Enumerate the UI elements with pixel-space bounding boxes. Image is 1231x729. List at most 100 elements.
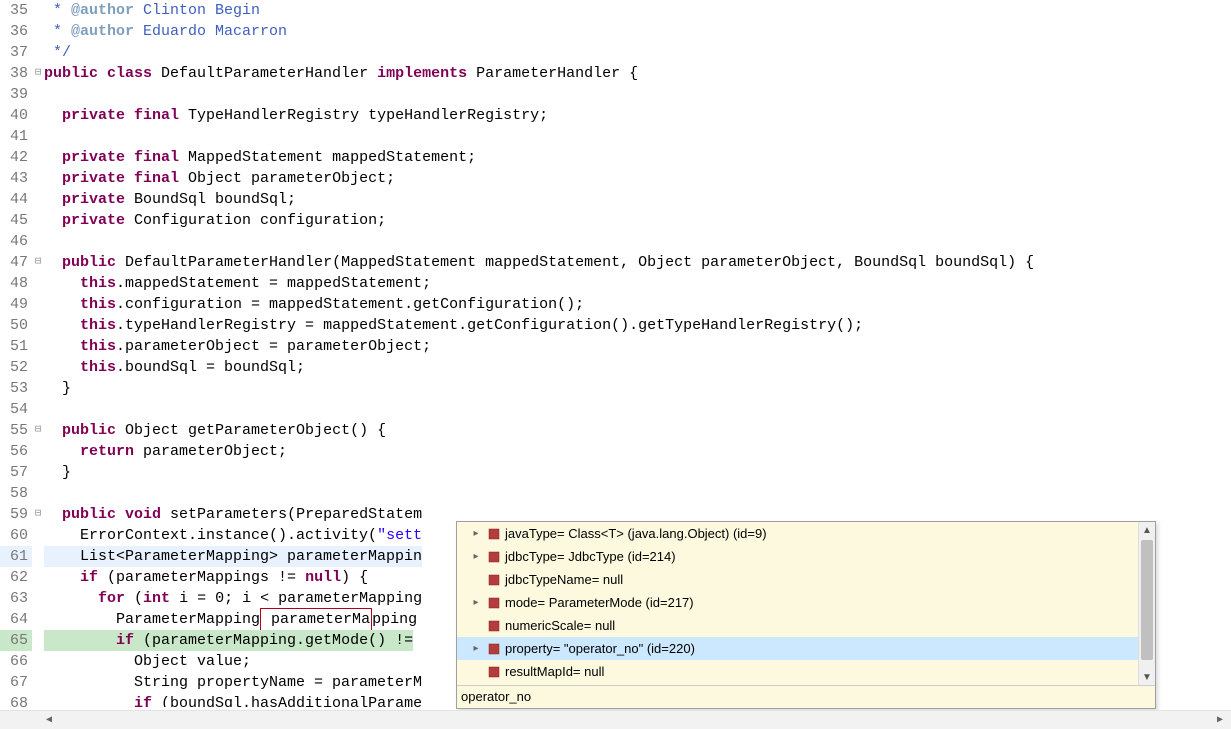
expand-arrow-icon[interactable]: ▸: [469, 643, 483, 654]
fold-toggle-icon[interactable]: ⊟: [32, 504, 44, 525]
popup-scrollbar[interactable]: ▲ ▼: [1138, 522, 1155, 685]
expand-arrow-icon[interactable]: ▸: [469, 551, 483, 562]
fold-toggle-icon: [32, 294, 44, 315]
code-line[interactable]: 37 */: [0, 42, 1231, 63]
code-line[interactable]: 55⊟ public Object getParameterObject() {: [0, 420, 1231, 441]
code-line[interactable]: 42 private final MappedStatement mappedS…: [0, 147, 1231, 168]
line-number: 35: [0, 0, 32, 21]
fold-toggle-icon: [32, 231, 44, 252]
code-editor: 35 * @author Clinton Begin36 * @author E…: [0, 0, 1231, 729]
code-line[interactable]: 52 this.boundSql = boundSql;: [0, 357, 1231, 378]
fold-toggle-icon: [32, 42, 44, 63]
fold-toggle-icon: [32, 588, 44, 609]
code-line[interactable]: 50 this.typeHandlerRegistry = mappedStat…: [0, 315, 1231, 336]
code-text[interactable]: }: [44, 462, 71, 483]
code-line[interactable]: 40 private final TypeHandlerRegistry typ…: [0, 105, 1231, 126]
line-number: 51: [0, 336, 32, 357]
variable-row[interactable]: ▸typeHandler= UnknownTypeHandler (id=127…: [457, 683, 1155, 685]
scroll-thumb[interactable]: [1141, 540, 1153, 660]
scroll-right-arrow-icon[interactable]: ▶: [1211, 711, 1229, 729]
code-line[interactable]: 38⊟public class DefaultParameterHandler …: [0, 63, 1231, 84]
line-number: 39: [0, 84, 32, 105]
variable-row[interactable]: ▸javaType= Class<T> (java.lang.Object) (…: [457, 522, 1155, 545]
scroll-left-arrow-icon[interactable]: ◀: [40, 711, 58, 729]
scroll-up-arrow-icon[interactable]: ▲: [1139, 522, 1155, 538]
fold-toggle-icon: [32, 546, 44, 567]
code-text[interactable]: private BoundSql boundSql;: [44, 189, 296, 210]
code-text[interactable]: private final TypeHandlerRegistry typeHa…: [44, 105, 548, 126]
code-line[interactable]: 44 private BoundSql boundSql;: [0, 189, 1231, 210]
code-text[interactable]: if (parameterMappings != null) {: [44, 567, 368, 588]
code-line[interactable]: 39: [0, 84, 1231, 105]
code-line[interactable]: 45 private Configuration configuration;: [0, 210, 1231, 231]
code-text[interactable]: ErrorContext.instance().activity("sett: [44, 525, 422, 546]
code-text[interactable]: this.mappedStatement = mappedStatement;: [44, 273, 431, 294]
line-number: 44: [0, 189, 32, 210]
fold-toggle-icon: [32, 84, 44, 105]
fold-toggle-icon[interactable]: ⊟: [32, 252, 44, 273]
line-number: 66: [0, 651, 32, 672]
code-line[interactable]: 35 * @author Clinton Begin: [0, 0, 1231, 21]
code-line[interactable]: 51 this.parameterObject = parameterObjec…: [0, 336, 1231, 357]
code-text[interactable]: this.configuration = mappedStatement.get…: [44, 294, 584, 315]
code-line[interactable]: 43 private final Object parameterObject;: [0, 168, 1231, 189]
code-text[interactable]: public class DefaultParameterHandler imp…: [44, 63, 638, 84]
code-text[interactable]: */: [44, 42, 71, 63]
code-line[interactable]: 48 this.mappedStatement = mappedStatemen…: [0, 273, 1231, 294]
fold-toggle-icon[interactable]: ⊟: [32, 63, 44, 84]
fold-toggle-icon: [32, 315, 44, 336]
code-text[interactable]: ParameterMapping parameterMapping: [44, 609, 426, 630]
code-text[interactable]: if (parameterMapping.getMode() !=: [44, 630, 413, 651]
code-text[interactable]: * @author Clinton Begin: [44, 0, 260, 21]
code-line[interactable]: 36 * @author Eduardo Macarron: [0, 21, 1231, 42]
code-line[interactable]: 46: [0, 231, 1231, 252]
code-text[interactable]: }: [44, 378, 71, 399]
line-number: 36: [0, 21, 32, 42]
code-text[interactable]: public Object getParameterObject() {: [44, 420, 386, 441]
code-text[interactable]: if (boundSql.hasAdditionalParame: [44, 693, 422, 707]
variable-row[interactable]: ▸property= "operator_no" (id=220): [457, 637, 1155, 660]
code-text[interactable]: this.parameterObject = parameterObject;: [44, 336, 431, 357]
expand-arrow-icon[interactable]: ▸: [469, 528, 483, 539]
line-number: 48: [0, 273, 32, 294]
code-text[interactable]: private final MappedStatement mappedStat…: [44, 147, 476, 168]
code-text[interactable]: public void setParameters(PreparedStatem: [44, 504, 422, 525]
code-text[interactable]: this.typeHandlerRegistry = mappedStateme…: [44, 315, 863, 336]
fold-toggle-icon[interactable]: ⊟: [32, 420, 44, 441]
code-text[interactable]: private Configuration configuration;: [44, 210, 386, 231]
code-line[interactable]: 58: [0, 483, 1231, 504]
fold-toggle-icon: [32, 651, 44, 672]
horizontal-scrollbar[interactable]: ◀ ▶: [0, 710, 1231, 729]
line-number: 53: [0, 378, 32, 399]
code-line[interactable]: 56 return parameterObject;: [0, 441, 1231, 462]
code-text[interactable]: for (int i = 0; i < parameterMapping: [44, 588, 422, 609]
code-line[interactable]: 49 this.configuration = mappedStatement.…: [0, 294, 1231, 315]
code-text[interactable]: this.boundSql = boundSql;: [44, 357, 305, 378]
popup-detail-field[interactable]: operator_no: [457, 685, 1155, 708]
expand-arrow-icon[interactable]: ▸: [469, 597, 483, 608]
code-line[interactable]: 53 }: [0, 378, 1231, 399]
variable-row[interactable]: numericScale= null: [457, 614, 1155, 637]
variable-row[interactable]: ▸mode= ParameterMode (id=217): [457, 591, 1155, 614]
variable-row[interactable]: ▸jdbcType= JdbcType (id=214): [457, 545, 1155, 568]
fold-toggle-icon: [32, 21, 44, 42]
code-text[interactable]: private final Object parameterObject;: [44, 168, 395, 189]
code-text[interactable]: String propertyName = parameterM: [44, 672, 422, 693]
code-text[interactable]: return parameterObject;: [44, 441, 287, 462]
code-line[interactable]: 54: [0, 399, 1231, 420]
code-text[interactable]: List<ParameterMapping> parameterMappin: [44, 546, 422, 567]
code-line[interactable]: 57 }: [0, 462, 1231, 483]
field-icon: [487, 550, 501, 564]
line-number: 47: [0, 252, 32, 273]
variable-row[interactable]: resultMapId= null: [457, 660, 1155, 683]
fold-toggle-icon: [32, 378, 44, 399]
code-text[interactable]: Object value;: [44, 651, 251, 672]
fold-toggle-icon: [32, 609, 44, 630]
code-text[interactable]: public DefaultParameterHandler(MappedSta…: [44, 252, 1034, 273]
scroll-down-arrow-icon[interactable]: ▼: [1139, 669, 1155, 685]
code-line[interactable]: 41: [0, 126, 1231, 147]
code-text[interactable]: * @author Eduardo Macarron: [44, 21, 287, 42]
variable-row[interactable]: jdbcTypeName= null: [457, 568, 1155, 591]
variable-tree[interactable]: ▸javaType= Class<T> (java.lang.Object) (…: [457, 522, 1155, 685]
code-line[interactable]: 47⊟ public DefaultParameterHandler(Mappe…: [0, 252, 1231, 273]
